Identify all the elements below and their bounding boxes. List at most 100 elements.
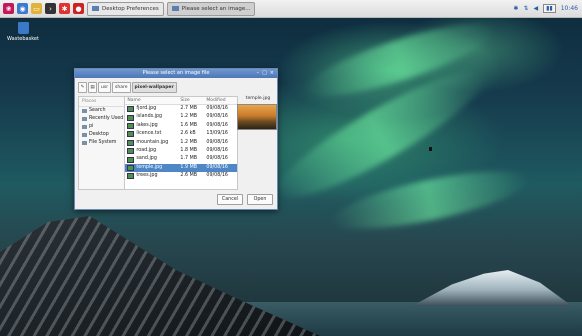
file-name: mountain.jpg [136,139,169,145]
place-file-system[interactable]: File System [79,139,124,147]
place-label: Desktop [89,132,109,137]
place-home[interactable]: pi [79,123,124,131]
file-row[interactable]: mountain.jpg 1.2 MB 09/08/16 [125,139,237,147]
file-list-header: Name Size Modified [125,97,237,105]
mathematica-icon[interactable]: ✱ [59,3,70,14]
file-row[interactable]: lakes.jpg 1.6 MB 09/08/16 [125,122,237,130]
file-row[interactable]: islands.jpg 1.2 MB 09/08/16 [125,113,237,121]
file-size: 2.6 kB [180,131,196,137]
file-chooser-dialog: Please select an image file – □ × ✎ ▤ us… [74,68,278,210]
preview-filename: temple.jpg [245,96,271,101]
file-name-cell: temple.jpg [125,164,180,172]
file-size: 2.6 MB [180,173,198,179]
file-modified: 13/09/16 [206,131,228,137]
distant-mountain [412,270,572,306]
browser-panes: Places Search Recently Used pi Desktop F… [78,96,238,190]
file-size: 1.7 MB [180,156,198,162]
volume-icon[interactable]: ◀ [533,5,538,12]
drive-icon [82,141,87,145]
root-folder-icon[interactable]: ▤ [88,81,97,93]
place-label: Search [89,108,106,113]
network-icon[interactable]: ⇅ [523,5,528,12]
file-modified: 09/08/16 [206,173,228,179]
file-row[interactable]: fjord.jpg 2.7 MB 09/08/16 [125,105,237,113]
window-icon [171,6,179,11]
places-header: Places [79,97,125,107]
file-name-cell: sand.jpg [125,155,180,163]
file-name: trees.jpg [136,173,158,179]
file-size: 2.7 MB [180,106,198,111]
home-folder-icon [82,125,87,129]
system-tray: ✱ ⇅ ◀ ▮▮ 10:46 [508,4,578,13]
file-row[interactable]: trees.jpg 2.6 MB 09/08/16 [125,172,237,180]
file-row[interactable]: road.jpg 1.8 MB 09/08/16 [125,147,237,155]
file-name-cell: trees.jpg [125,172,180,180]
window-controls: – □ × [254,69,274,78]
file-name-cell: licence.txt [125,130,180,138]
terminal-icon[interactable]: › [45,3,56,14]
desktop-icon-wastebasket[interactable]: Wastebasket [6,22,40,42]
file-size: 1.6 MB [180,122,198,128]
browser-icon[interactable]: ◉ [17,3,28,14]
file-name-cell: road.jpg [125,147,180,155]
task-file-dialog[interactable]: Please select an image... [166,1,256,16]
desktop-icon-label: Wastebasket [7,36,39,42]
file-row[interactable]: sand.jpg 1.7 MB 09/08/16 [125,155,237,163]
cancel-button[interactable]: Cancel [217,194,243,205]
file-modified: 09/08/16 [206,114,228,120]
maximize-icon[interactable]: □ [262,69,267,78]
clock-icon [82,117,87,121]
column-size[interactable]: Size [180,97,206,104]
file-name: sand.jpg [136,156,157,162]
file-name: road.jpg [136,147,157,153]
wolfram-icon[interactable]: ● [73,3,84,14]
preview-thumbnail [237,104,277,130]
file-modified: 09/08/16 [206,139,228,145]
image-file-icon [127,139,135,146]
task-label: Desktop Preferences [102,5,159,12]
place-search[interactable]: Search [79,107,124,115]
path-button[interactable]: usr [98,81,112,93]
bluetooth-icon[interactable]: ✱ [513,5,518,12]
file-name-cell: islands.jpg [125,113,180,121]
place-label: pi [89,124,94,129]
edit-path-icon[interactable]: ✎ [78,81,87,93]
image-file-icon [127,122,135,129]
column-modified[interactable]: Modified [206,97,236,104]
file-manager-icon[interactable]: ▭ [31,3,42,14]
file-modified: 09/08/16 [206,147,228,153]
place-label: Recently Used [89,116,124,121]
open-button[interactable]: Open [247,194,273,205]
place-recently-used[interactable]: Recently Used [79,115,124,123]
dialog-buttons: Cancel Open [213,194,273,205]
cpu-monitor[interactable]: ▮▮ [543,4,556,13]
minimize-icon[interactable]: – [257,69,260,78]
file-name: licence.txt [136,131,162,137]
window-icon [92,6,99,11]
clock[interactable]: 10:46 [561,5,578,12]
file-size: 1.9 MB [180,164,198,170]
mountain-snow [0,216,320,336]
file-name: fjord.jpg [136,106,157,111]
raspberry-menu-icon[interactable]: ❀ [3,3,14,14]
dialog-title: Please select an image file [142,70,210,76]
file-name: islands.jpg [136,114,163,120]
file-size: 1.2 MB [180,139,198,145]
image-file-icon [127,156,135,163]
file-modified: 09/08/16 [206,106,228,111]
task-desktop-preferences[interactable]: Desktop Preferences [87,1,164,16]
path-button-current[interactable]: pixel-wallpaper [131,81,177,93]
path-button[interactable]: share [112,81,131,93]
image-file-icon [127,148,135,155]
image-file-icon [127,131,135,138]
image-file-icon [127,114,135,121]
place-desktop[interactable]: Desktop [79,131,124,139]
file-name-cell: fjord.jpg [125,105,180,113]
close-icon[interactable]: × [270,69,274,78]
image-file-icon [127,173,135,180]
column-name[interactable]: Name [125,97,180,104]
file-row[interactable]: temple.jpg 1.9 MB 09/08/16 [125,163,237,173]
file-row[interactable]: licence.txt 2.6 kB 13/09/16 [125,130,237,138]
dialog-titlebar[interactable]: Please select an image file – □ × [75,69,277,78]
file-list: Name Size Modified fjord.jpg 2.7 MB 09/08/… [125,96,238,190]
